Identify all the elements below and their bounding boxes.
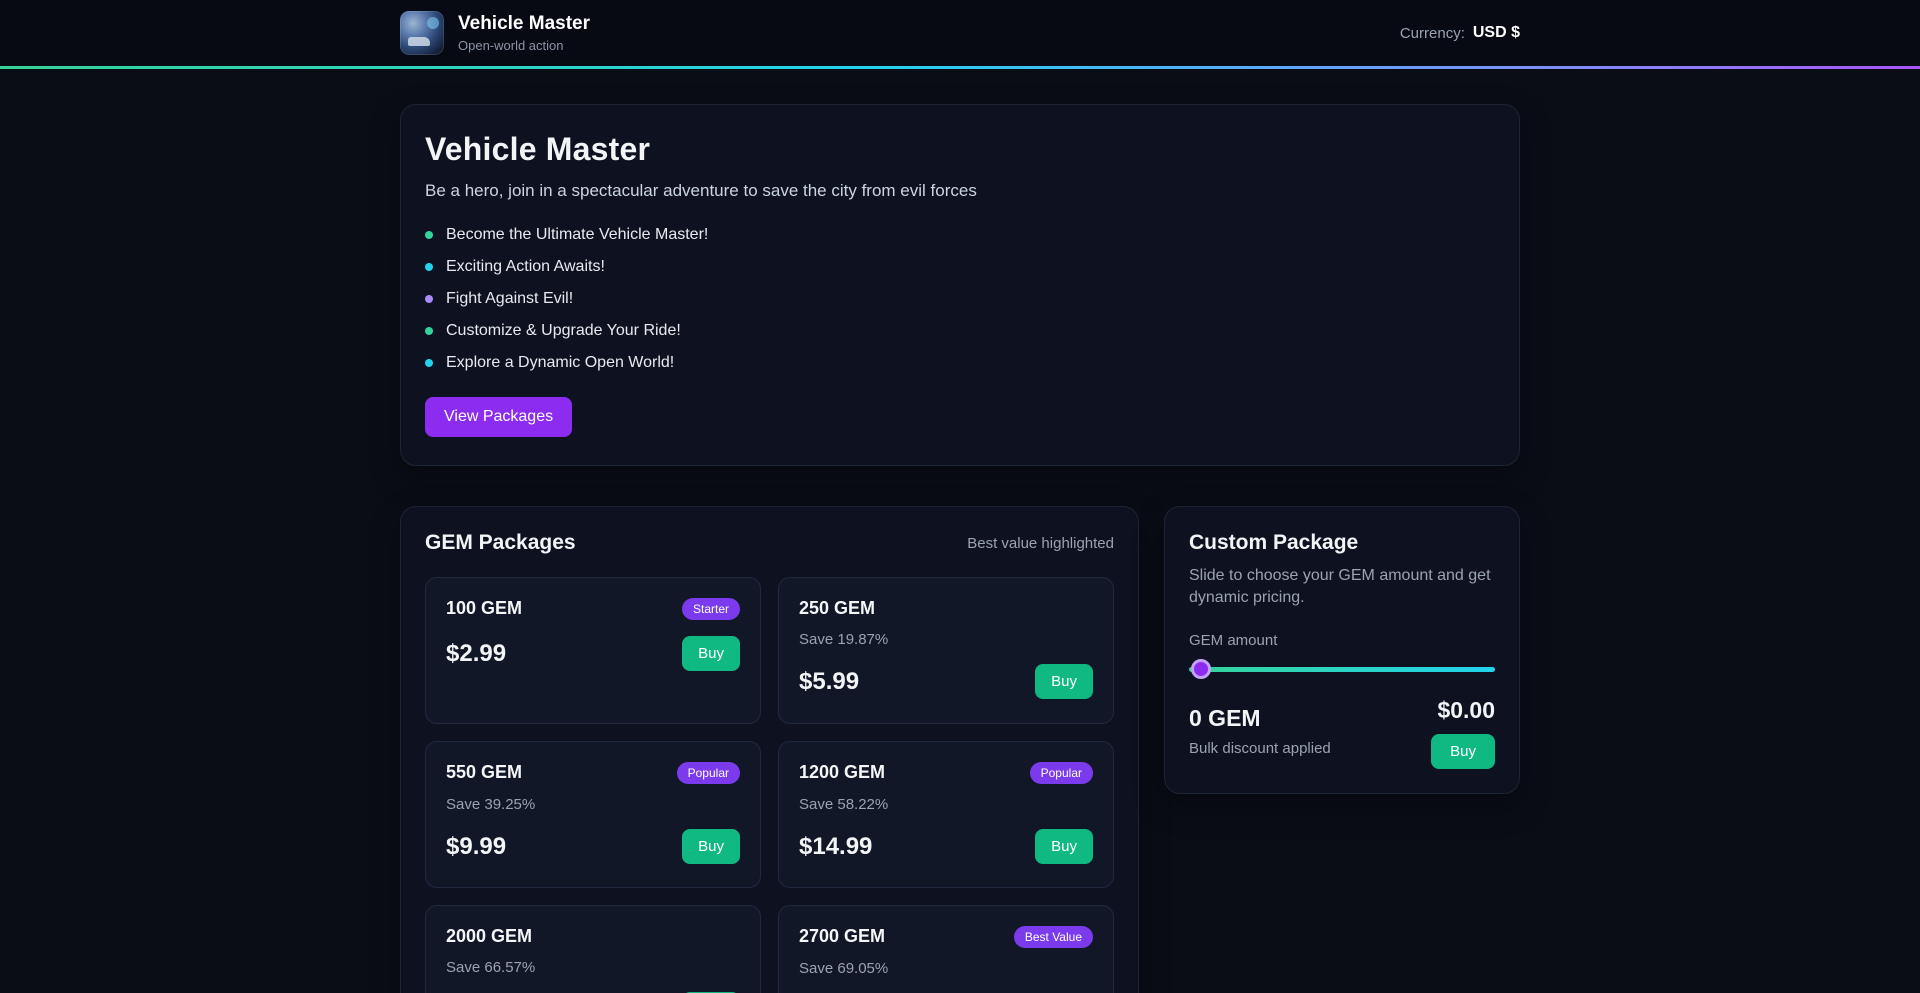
feature-item: Exciting Action Awaits! [425,251,1495,283]
package-badge: Popular [1030,762,1093,784]
package-price: $14.99 [799,833,872,861]
view-packages-button[interactable]: View Packages [425,397,572,437]
package-save-percent: Save 58.22% [799,796,1093,813]
package-badge: Starter [682,598,740,620]
slider-track[interactable] [1189,667,1495,672]
app-title: Vehicle Master [458,13,590,36]
package-price: $5.99 [799,668,859,696]
app-subtitle: Open-world action [458,38,590,53]
package-name: 2000 GEM [446,926,532,947]
feature-item: Become the Ultimate Vehicle Master! [425,219,1495,251]
feature-label: Explore a Dynamic Open World! [446,354,674,372]
package-card: 2000 GEM Save 66.57% $19.99 Buy [425,905,761,993]
feature-item: Fight Against Evil! [425,283,1495,315]
package-name: 2700 GEM [799,926,885,947]
app-header: Vehicle Master Open-world action Currenc… [0,0,1920,69]
package-price: $2.99 [446,640,506,668]
feature-label: Fight Against Evil! [446,290,573,308]
package-card: 250 GEM Save 19.87% $5.99 Buy [778,577,1114,724]
package-card: 1200 GEM Popular Save 58.22% $14.99 Buy [778,741,1114,888]
bullet-dot-icon [425,327,433,335]
feature-label: Become the Ultimate Vehicle Master! [446,226,708,244]
currency-value: USD $ [1473,24,1520,42]
package-name: 1200 GEM [799,762,885,783]
gem-amount-label: GEM amount [1189,632,1495,649]
feature-label: Customize & Upgrade Your Ride! [446,322,681,340]
slider-thumb[interactable] [1191,659,1211,679]
gem-amount-slider[interactable] [1189,659,1495,679]
custom-package-card: Custom Package Slide to choose your GEM … [1164,506,1520,794]
package-buy-button[interactable]: Buy [1035,829,1093,864]
package-card: 2700 GEM Best Value Save 69.05% $24.99 B… [778,905,1114,993]
page-content: Vehicle Master Be a hero, join in a spec… [400,69,1520,993]
gem-packages-card: GEM Packages Best value highlighted 100 … [400,506,1139,993]
package-card: 100 GEM Starter $2.99 Buy [425,577,761,724]
feature-item: Explore a Dynamic Open World! [425,347,1495,379]
custom-price: $0.00 [1437,697,1495,724]
package-name: 250 GEM [799,598,875,619]
package-card: 550 GEM Popular Save 39.25% $9.99 Buy [425,741,761,888]
packages-title: GEM Packages [425,531,576,555]
package-badge: Popular [677,762,740,784]
currency-label: Currency: [1400,25,1465,42]
package-save-percent: Save 39.25% [446,796,740,813]
package-name: 550 GEM [446,762,522,783]
bullet-dot-icon [425,359,433,367]
custom-buy-button[interactable]: Buy [1431,734,1495,769]
package-save-percent: Save 69.05% [799,960,1093,977]
bullet-dot-icon [425,263,433,271]
package-save-percent: Save 66.57% [446,959,740,976]
package-badge: Best Value [1014,926,1093,948]
packages-note: Best value highlighted [967,535,1114,552]
hero-title: Vehicle Master [425,131,1495,168]
feature-item: Customize & Upgrade Your Ride! [425,315,1495,347]
bullet-dot-icon [425,295,433,303]
feature-list: Become the Ultimate Vehicle Master! Exci… [425,219,1495,379]
package-name: 100 GEM [446,598,522,619]
custom-package-description: Slide to choose your GEM amount and get … [1189,565,1495,610]
game-thumbnail-icon [400,11,444,55]
package-price: $9.99 [446,833,506,861]
hero-card: Vehicle Master Be a hero, join in a spec… [400,104,1520,466]
package-buy-button[interactable]: Buy [1035,664,1093,699]
custom-package-title: Custom Package [1189,531,1495,555]
package-save-percent: Save 19.87% [799,631,1093,648]
bullet-dot-icon [425,231,433,239]
hero-subtitle: Be a hero, join in a spectacular adventu… [425,181,1495,201]
custom-gem-amount: 0 GEM [1189,705,1331,732]
packages-grid: 100 GEM Starter $2.99 Buy 250 GEM Save 1… [425,577,1114,993]
package-buy-button[interactable]: Buy [682,636,740,671]
feature-label: Exciting Action Awaits! [446,258,605,276]
bulk-discount-note: Bulk discount applied [1189,740,1331,757]
package-buy-button[interactable]: Buy [682,829,740,864]
